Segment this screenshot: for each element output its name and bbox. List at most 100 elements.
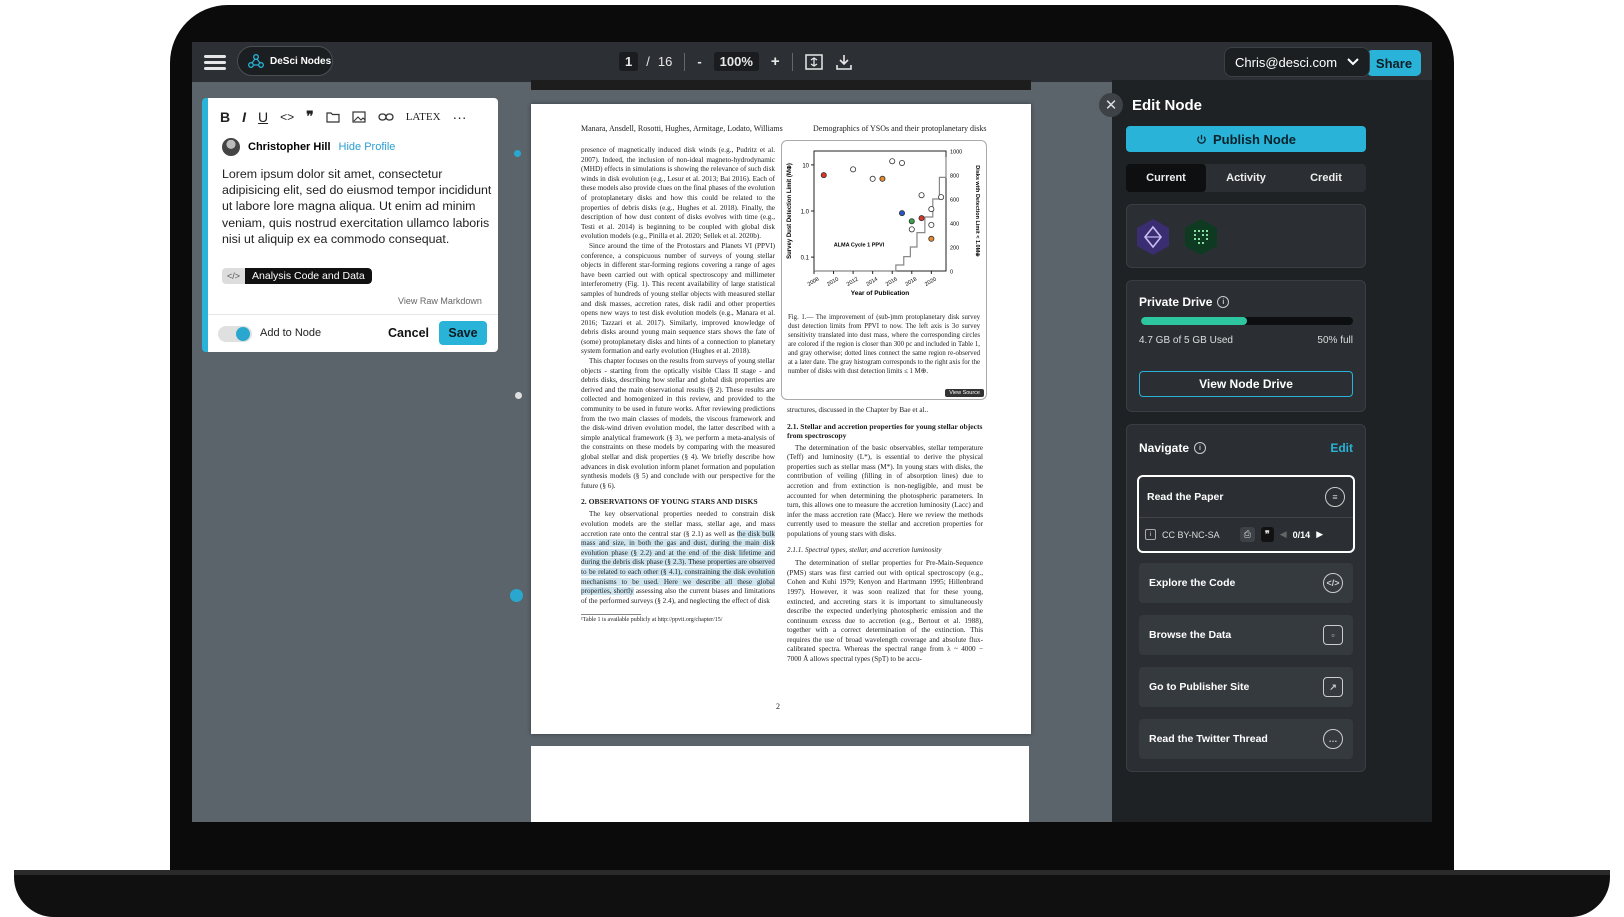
more-options-button[interactable]: ··· [453, 109, 467, 125]
next-annotation-icon[interactable]: ▶ [1316, 529, 1323, 540]
annotation-text[interactable]: Lorem ipsum dolor sit amet, consectetur … [222, 166, 492, 247]
paragraph: This chapter focuses on the results from… [581, 357, 775, 490]
laptop-base [14, 870, 1610, 917]
panel-tabs: Current Activity Credit [1126, 164, 1366, 192]
editor-footer: Add to Node Cancel Save [208, 314, 498, 353]
highlighted-selection[interactable]: the disk bulk mass and size, in both the… [581, 529, 776, 596]
y-tick-label: 10 [802, 163, 809, 169]
latex-button[interactable]: LATEX [406, 111, 441, 123]
add-to-node-toggle[interactable] [218, 326, 252, 342]
top-toolbar: DeSci Nodes 1 / 16 - 100% + Share Chris@… [192, 42, 1432, 82]
nav-publisher-site[interactable]: Go to Publisher Site ↗ [1139, 667, 1353, 707]
drive-usage-bar [1141, 317, 1353, 325]
brand-badge[interactable]: DeSci Nodes [237, 46, 333, 76]
user-email: Chris@desci.com [1235, 54, 1338, 70]
pdf-left-column: presence of magnetically induced disk wi… [581, 146, 776, 623]
drive-full-text: 50% full [1317, 335, 1353, 346]
zoom-in-button[interactable]: + [771, 53, 780, 70]
y-tick-label: 1.0 [801, 210, 810, 216]
bold-button[interactable]: B [220, 109, 230, 125]
download-icon[interactable] [835, 54, 853, 70]
page-separator: / [646, 54, 650, 69]
paragraph: structures, discussed in the Chapter by … [787, 406, 929, 414]
tab-credit[interactable]: Credit [1286, 164, 1366, 192]
image-icon[interactable] [352, 110, 366, 123]
underline-button[interactable]: U [258, 109, 268, 125]
page-number: 2 [776, 702, 780, 711]
zoom-level[interactable]: 100% [713, 52, 759, 71]
close-panel-icon[interactable]: ✕ [1099, 93, 1123, 117]
annotation-marker[interactable] [515, 392, 522, 399]
navigate-edit-link[interactable]: Edit [1330, 441, 1353, 455]
navigate-title: Navigate [1139, 441, 1190, 455]
tab-current[interactable]: Current [1126, 164, 1206, 192]
italic-button[interactable]: I [242, 109, 246, 125]
add-to-node-label: Add to Node [260, 327, 322, 339]
cite-icon[interactable]: ❞ [1260, 527, 1274, 542]
chevron-down-icon [1347, 58, 1359, 66]
data-point [928, 235, 935, 242]
x-tick-label: 2010 [826, 276, 840, 287]
nav-item-label: Browse the Data [1149, 629, 1232, 641]
folder-icon[interactable] [326, 111, 340, 123]
footnote-rule [581, 614, 641, 616]
pdf-next-page [531, 746, 1029, 822]
attachment-chip[interactable]: </> Analysis Code and Data [222, 268, 372, 284]
drive-title-row: Private Drive i [1139, 295, 1230, 309]
y2-tick-label: 600 [950, 198, 959, 204]
toolbar-divider [791, 52, 793, 71]
plot-frame [813, 150, 947, 272]
data-point [938, 194, 945, 201]
data-point [899, 210, 906, 217]
save-button[interactable]: Save [439, 321, 487, 345]
view-raw-markdown-link[interactable]: View Raw Markdown [398, 296, 482, 306]
share-button[interactable]: Share [1367, 50, 1421, 76]
y-tick-label: 0.1 [801, 256, 810, 262]
nav-twitter-thread[interactable]: Read the Twitter Thread … [1139, 719, 1353, 759]
pdf-previous-page-edge [531, 80, 1031, 90]
node-badge-icon[interactable] [1133, 217, 1173, 257]
figure-caption: Fig. 1.— The improvement of (sub-)mm pro… [788, 314, 980, 375]
read-paper-card[interactable]: Read the Paper ≡ i CC BY-NC-SA ⎙ ❞ ◀ 0/1… [1137, 475, 1355, 553]
pdf-right-column: structures, discussed in the Chapter by … [787, 406, 983, 665]
running-head-left: Manara, Ansdell, Rosotti, Hughes, Armita… [581, 124, 783, 133]
zoom-out-button[interactable]: - [697, 54, 701, 69]
data-point [918, 215, 925, 222]
x-tick-label: 2014 [865, 276, 879, 287]
panel-title: Edit Node [1132, 97, 1202, 114]
nav-browse-data[interactable]: Browse the Data ▫ [1139, 615, 1353, 655]
code-button[interactable]: <> [280, 110, 294, 124]
y2-tick-label: 0 [950, 270, 953, 276]
print-icon[interactable]: ⎙ [1239, 527, 1255, 542]
cancel-button[interactable]: Cancel [388, 326, 429, 340]
x-tick-label: 2018 [904, 276, 918, 287]
fit-page-icon[interactable] [804, 53, 823, 70]
nav-explore-code[interactable]: Explore the Code </> [1139, 563, 1353, 603]
y2-tick-label: 200 [950, 246, 959, 252]
license-label[interactable]: CC BY-NC-SA [1162, 530, 1220, 540]
info-icon[interactable]: i [1217, 296, 1230, 308]
running-head-right: Demographics of YSOs and their protoplan… [813, 124, 987, 133]
user-menu[interactable]: Chris@desci.com [1224, 47, 1370, 77]
prev-annotation-icon[interactable]: ◀ [1280, 529, 1287, 540]
drive-title: Private Drive [1139, 295, 1213, 309]
annotation-marker[interactable] [514, 150, 521, 157]
info-icon[interactable]: i [1194, 442, 1207, 454]
hamburger-menu-icon[interactable] [204, 52, 226, 72]
view-source-button[interactable]: View Source [945, 389, 984, 397]
page-current-input[interactable]: 1 [619, 52, 639, 71]
hide-profile-link[interactable]: Hide Profile [339, 141, 396, 153]
view-node-drive-button[interactable]: View Node Drive [1139, 371, 1353, 397]
histogram-line [814, 157, 947, 272]
quote-button[interactable]: ❞ [306, 108, 314, 125]
y2-tick-label: 1000 [950, 150, 962, 156]
navigate-title-row: Navigate i [1139, 441, 1207, 455]
dust-detection-chart: 0.1 1.0 10 0 200 400 600 800 1000 2008 2010 2012 201… [787, 150, 980, 298]
tab-activity[interactable]: Activity [1206, 164, 1286, 192]
publish-node-button[interactable]: Publish Node [1126, 126, 1366, 152]
annotation-marker-active[interactable] [510, 589, 523, 602]
link-icon[interactable] [378, 112, 394, 122]
data-badge-icon[interactable] [1181, 217, 1221, 257]
y-axis-label: Survey Dust Detection Limit (M⊕) [787, 163, 793, 259]
data-point [820, 172, 827, 179]
